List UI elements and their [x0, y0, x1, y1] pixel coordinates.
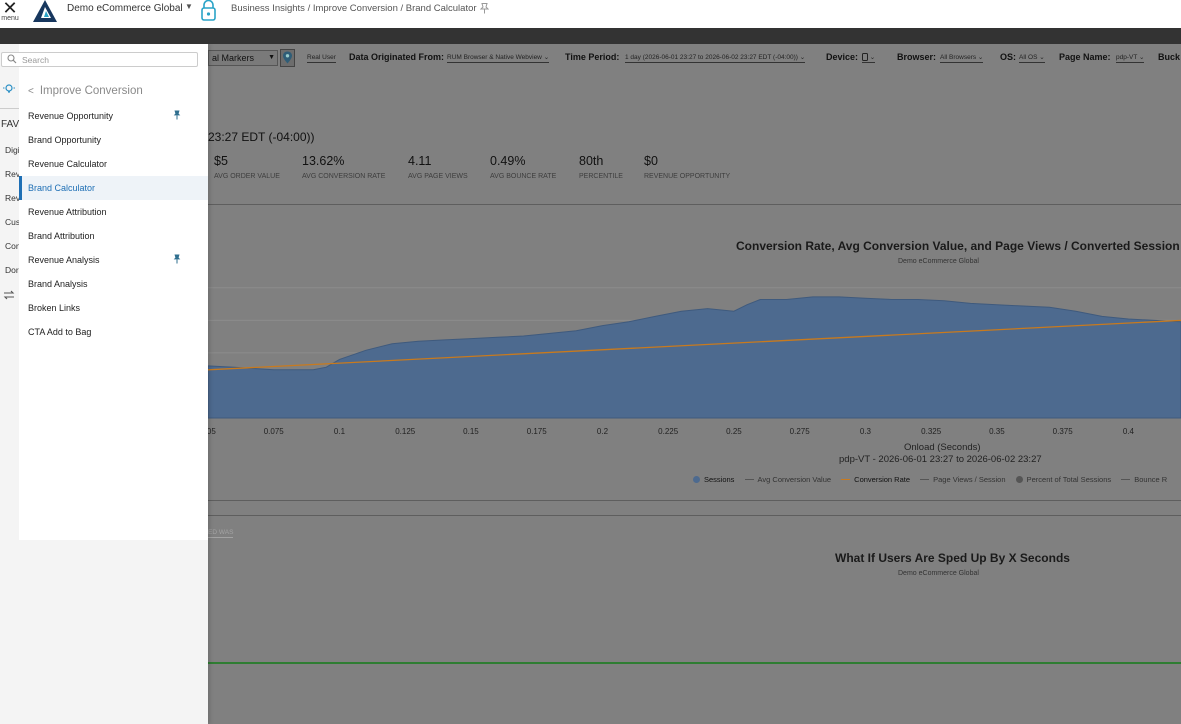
- close-icon: ✕: [2, 0, 18, 18]
- x-tick-label: 0.075: [264, 427, 285, 436]
- x-tick-label: 0.15: [463, 427, 479, 436]
- speedup-chart-subtitle: Demo eCommerce Global: [898, 570, 979, 577]
- menu-item-label: Revenue Opportunity: [28, 111, 114, 121]
- menu-item-brand-calculator[interactable]: Brand Calculator: [19, 176, 208, 200]
- x-axis-subtitle: pdp-VT - 2026-06-01 23:27 to 2026-06-02 …: [839, 454, 1042, 465]
- legend-label: Percent of Total Sessions: [1026, 474, 1112, 484]
- swap-icon[interactable]: [2, 289, 16, 301]
- legend-sessions[interactable]: Sessions: [693, 474, 734, 484]
- x-tick-label: 0.375: [1053, 427, 1074, 436]
- x-tick-label: 0.325: [921, 427, 942, 436]
- tab-stub[interactable]: ED WAS: [208, 528, 234, 538]
- menu-item-label: Brand Opportunity: [28, 135, 102, 145]
- legend-percent-total-sessions[interactable]: Percent of Total Sessions: [1015, 474, 1112, 484]
- divider: [208, 500, 1181, 501]
- x-tick-label: 0.1: [334, 427, 346, 436]
- pin-icon[interactable]: [480, 3, 489, 14]
- legend-bounce-rate[interactable]: Bounce R: [1121, 474, 1167, 484]
- menu-item-label: Brand Calculator: [28, 183, 96, 193]
- speedup-chart-title: What If Users Are Sped Up By X Seconds: [835, 551, 1070, 565]
- legend-page-views-session[interactable]: Page Views / Session: [920, 474, 1006, 484]
- strip-item[interactable]: Cus: [5, 217, 19, 227]
- menu-item-cta-add-to-bag[interactable]: CTA Add to Bag: [19, 320, 208, 344]
- navigation-menu: FAV Digi Rev Rev Cus Con Dor < Improve Co…: [0, 44, 208, 724]
- x-tick-label: 0.275: [790, 427, 811, 436]
- org-dropdown-icon[interactable]: ▼: [185, 2, 193, 11]
- legend-label: Conversion Rate: [854, 474, 911, 484]
- lock-icon[interactable]: [201, 0, 216, 21]
- sessions-area: [208, 296, 1181, 419]
- legend-avg-conversion-value[interactable]: Avg Conversion Value: [744, 474, 832, 484]
- legend-line-icon: [744, 478, 754, 480]
- legend-label: Sessions: [704, 474, 735, 484]
- menu-item-revenue-opportunity[interactable]: Revenue Opportunity: [19, 104, 208, 128]
- legend-dot-icon: [693, 475, 700, 483]
- divider: [208, 515, 1181, 516]
- legend-line-icon: [1121, 478, 1131, 480]
- menu-label: menu: [1, 15, 19, 22]
- x-axis-title: Onload (Seconds): [904, 442, 981, 453]
- menu-item-revenue-analysis[interactable]: Revenue Analysis: [19, 248, 208, 272]
- menu-item-label: Brand Attribution: [28, 231, 95, 241]
- legend-label: Page Views / Session: [933, 474, 1006, 484]
- menu-collapsed-strip: FAV Digi Rev Rev Cus Con Dor: [0, 44, 19, 724]
- x-tick-label: 0.125: [395, 427, 416, 436]
- legend-label: Avg Conversion Value: [757, 474, 832, 484]
- x-axis-ticks: 0.05 0.075 0.1 0.125 0.15 0.175 0.2 0.225 0.25 0.…: [208, 427, 1135, 436]
- menu-item-label: Revenue Attribution: [28, 207, 107, 217]
- strip-item[interactable]: Rev: [5, 169, 19, 179]
- speedup-line: [208, 662, 1181, 664]
- back-to-improve-conversion[interactable]: < Improve Conversion: [28, 84, 143, 99]
- menu-item-label: CTA Add to Bag: [28, 327, 92, 337]
- back-label: Improve Conversion: [39, 85, 143, 97]
- chevron-left-icon: <: [28, 86, 34, 97]
- x-tick-label: 0.05: [208, 427, 216, 436]
- menu-item-brand-opportunity[interactable]: Brand Opportunity: [19, 128, 208, 152]
- active-indicator: [19, 176, 22, 200]
- menu-item-broken-links[interactable]: Broken Links: [19, 296, 208, 320]
- menu-item-label: Broken Links: [28, 303, 81, 313]
- org-name[interactable]: Demo eCommerce Global: [67, 3, 183, 15]
- chart-legend: Sessions Avg Conversion Value Conversion…: [693, 474, 1175, 484]
- menu-footer-area: [19, 540, 208, 724]
- main-content: al Markers ▼ Real User Data Originated F…: [208, 44, 1181, 724]
- x-tick-label: 0.225: [658, 427, 679, 436]
- divider: [0, 108, 19, 109]
- strip-item[interactable]: Rev: [5, 193, 19, 203]
- legend-label: Bounce R: [1134, 474, 1168, 484]
- menu-item-brand-attribution[interactable]: Brand Attribution: [19, 224, 208, 248]
- close-menu-button[interactable]: ✕ menu: [0, 0, 20, 26]
- x-tick-label: 0.35: [989, 427, 1005, 436]
- x-tick-label: 0.2: [597, 427, 609, 436]
- lightbulb-icon[interactable]: [2, 83, 16, 95]
- conversion-chart: 0.05 0.075 0.1 0.125 0.15 0.175 0.2 0.225 0.25 0.…: [208, 287, 1181, 436]
- pin-icon[interactable]: [173, 110, 181, 120]
- strip-item[interactable]: Dor: [5, 265, 19, 275]
- search-icon: [7, 54, 17, 64]
- menu-item-label: Revenue Calculator: [28, 159, 108, 169]
- menu-item-revenue-attribution[interactable]: Revenue Attribution: [19, 200, 208, 224]
- company-logo: [33, 0, 57, 22]
- menu-item-label: Brand Analysis: [28, 279, 88, 289]
- legend-line-icon: [841, 478, 851, 480]
- pin-icon[interactable]: [173, 254, 181, 264]
- menu-item-label: Revenue Analysis: [28, 255, 100, 265]
- legend-line-icon: [920, 478, 930, 480]
- favorites-label: FAV: [1, 119, 20, 130]
- x-tick-label: 0.4: [1123, 427, 1135, 436]
- search-input[interactable]: [22, 54, 192, 65]
- menu-item-revenue-calculator[interactable]: Revenue Calculator: [19, 152, 208, 176]
- sub-header-bar: [0, 28, 1181, 44]
- legend-conversion-rate[interactable]: Conversion Rate: [841, 474, 910, 484]
- strip-item[interactable]: Con: [5, 241, 19, 251]
- strip-item[interactable]: Digi: [5, 145, 19, 155]
- x-tick-label: 0.25: [726, 427, 742, 436]
- top-bar: ✕ menu Demo eCommerce Global ▼ Business …: [0, 0, 1181, 28]
- menu-search-box[interactable]: [1, 52, 198, 67]
- x-tick-label: 0.3: [860, 427, 872, 436]
- x-tick-label: 0.175: [527, 427, 548, 436]
- breadcrumb[interactable]: Business Insights / Improve Conversion /…: [231, 3, 477, 15]
- menu-item-brand-analysis[interactable]: Brand Analysis: [19, 272, 208, 296]
- legend-dot-icon: [1015, 475, 1023, 483]
